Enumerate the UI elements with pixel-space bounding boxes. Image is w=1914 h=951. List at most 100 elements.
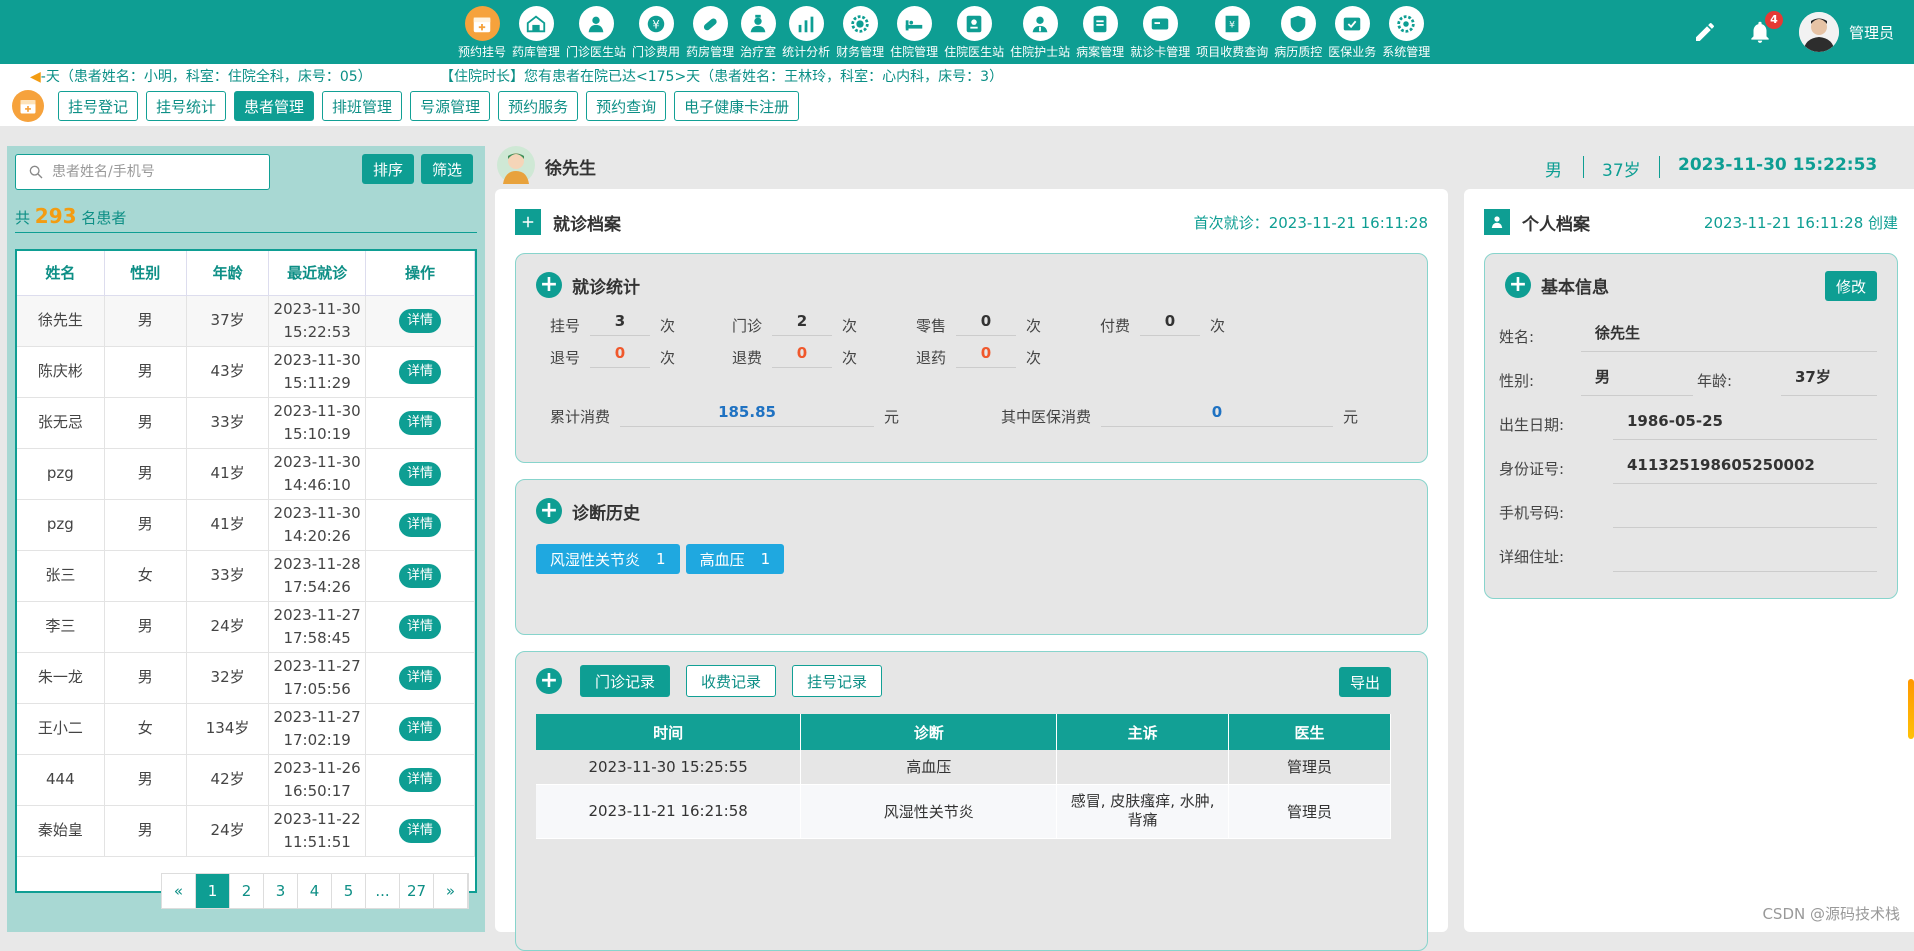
nav-item-8[interactable]: 住院管理 — [890, 0, 938, 64]
detail-button[interactable]: 详情 — [399, 309, 441, 333]
table-row[interactable]: 王小二女134岁2023-11-2717:02:19详情 — [17, 703, 475, 754]
nav-item-16[interactable]: 系统管理 — [1382, 0, 1430, 64]
subnav-tab-2[interactable]: 患者管理 — [234, 91, 314, 121]
subnav-tab-7[interactable]: 电子健康卡注册 — [674, 91, 799, 121]
notification-bell[interactable]: 4 — [1747, 19, 1773, 45]
detail-button[interactable]: 详情 — [399, 513, 441, 537]
last-visit-date: 2023-11-30 — [269, 349, 365, 372]
nav-item-15[interactable]: 医保业务 — [1328, 0, 1376, 64]
nav-item-9[interactable]: 住院医生站 — [944, 0, 1004, 64]
person-file-icon — [1484, 209, 1510, 235]
table-row[interactable]: 朱一龙男32岁2023-11-2717:05:56详情 — [17, 652, 475, 703]
detail-button[interactable]: 详情 — [399, 411, 441, 435]
nav-item-0[interactable]: 预约挂号 — [458, 0, 506, 64]
detail-button[interactable]: 详情 — [399, 462, 441, 486]
table-row[interactable]: pzg男41岁2023-11-3014:46:10详情 — [17, 448, 475, 499]
subnav-tab-4[interactable]: 号源管理 — [410, 91, 490, 121]
nav-item-5[interactable]: 治疗室 — [740, 0, 776, 64]
nav-item-6[interactable]: 统计分析 — [782, 0, 830, 64]
age-cell: 24岁 — [186, 805, 268, 856]
personal-record-panel: 个人档案 2023-11-21 16:11:28 创建 +基本信息 修改 姓名:… — [1464, 189, 1914, 932]
yen-icon: ¥ — [639, 6, 674, 41]
page-button[interactable]: 3 — [264, 874, 298, 908]
ticker-message-1[interactable]: ◀-天（患者姓名：小明，科室：住院全科，床号：05） — [30, 66, 372, 86]
diagnosis-tag[interactable]: 高血压1 — [686, 544, 785, 574]
home-module-icon[interactable] — [12, 90, 44, 122]
subnav-tab-6[interactable]: 预约查询 — [586, 91, 666, 121]
detail-button[interactable]: 详情 — [399, 819, 441, 843]
nav-item-10[interactable]: 住院护士站 — [1010, 0, 1070, 64]
nav-label: 住院医生站 — [944, 43, 1004, 60]
record-tab-0[interactable]: 门诊记录 — [580, 665, 670, 697]
watermark: CSDN @源码技术栈 — [1762, 903, 1900, 924]
subnav-tab-3[interactable]: 排班管理 — [322, 91, 402, 121]
last-visit-date: 2023-11-30 — [269, 502, 365, 525]
detail-button[interactable]: 详情 — [399, 615, 441, 639]
nav-item-11[interactable]: 病案管理 — [1076, 0, 1124, 64]
stat-value: 0 — [956, 344, 1016, 368]
table-row[interactable]: 张三女33岁2023-11-2817:54:26详情 — [17, 550, 475, 601]
column-header[interactable]: 性别 — [104, 251, 186, 295]
last-visit-cell: 2023-11-3015:10:19 — [269, 397, 366, 448]
count-prefix: 共 — [15, 209, 30, 227]
table-row[interactable]: 444男42岁2023-11-2616:50:17详情 — [17, 754, 475, 805]
page-button[interactable]: 4 — [298, 874, 332, 908]
page-button[interactable]: » — [434, 874, 468, 908]
sort-button[interactable]: 排序 — [362, 154, 414, 184]
subnav-tab-1[interactable]: 挂号统计 — [146, 91, 226, 121]
stat-item: 门诊2次 — [732, 312, 857, 336]
action-cell: 详情 — [366, 346, 475, 397]
page-button[interactable]: « — [162, 874, 196, 908]
warehouse-icon — [519, 6, 554, 41]
nav-item-3[interactable]: ¥门诊费用 — [632, 0, 680, 64]
edit-button[interactable]: 修改 — [1825, 271, 1877, 301]
page-button[interactable]: 27 — [400, 874, 434, 908]
nav-item-14[interactable]: 病历质控 — [1274, 0, 1322, 64]
record-tab-1[interactable]: 收费记录 — [686, 665, 776, 697]
ticker-message-2[interactable]: 【住院时长】您有患者在院已达<175>天（患者姓名：王林玲，科室：心内科，床号：… — [440, 66, 1003, 86]
receipt-icon: ¥ — [1215, 6, 1250, 41]
table-row[interactable]: pzg男41岁2023-11-3014:20:26详情 — [17, 499, 475, 550]
detail-button[interactable]: 详情 — [399, 564, 441, 588]
page-button[interactable]: 1 — [196, 874, 230, 908]
patient-age: 37岁 — [1602, 156, 1641, 181]
column-header[interactable]: 姓名 — [17, 251, 104, 295]
username[interactable]: 管理员 — [1849, 22, 1894, 43]
detail-button[interactable]: 详情 — [399, 360, 441, 384]
last-visit-date: 2023-11-30 — [269, 451, 365, 474]
nav-item-2[interactable]: 门诊医生站 — [566, 0, 626, 64]
subnav-tab-0[interactable]: 挂号登记 — [58, 91, 138, 121]
insurance-label: 其中医保消费 — [1001, 406, 1091, 427]
detail-button[interactable]: 详情 — [399, 768, 441, 792]
export-button[interactable]: 导出 — [1339, 667, 1391, 697]
nav-item-1[interactable]: 药库管理 — [512, 0, 560, 64]
table-row[interactable]: 张无忌男33岁2023-11-3015:10:19详情 — [17, 397, 475, 448]
detail-button[interactable]: 详情 — [399, 717, 441, 741]
table-row[interactable]: 陈庆彬男43岁2023-11-3015:11:29详情 — [17, 346, 475, 397]
last-visit-cell: 2023-11-2211:51:51 — [269, 805, 366, 856]
record-row[interactable]: 2023-11-30 15:25:55高血压管理员 — [536, 750, 1391, 784]
nav-item-13[interactable]: ¥项目收费查询 — [1196, 0, 1268, 64]
filter-button[interactable]: 筛选 — [421, 154, 473, 184]
column-header[interactable]: 操作 — [366, 251, 475, 295]
nav-item-4[interactable]: 药房管理 — [686, 0, 734, 64]
table-row[interactable]: 秦始皇男24岁2023-11-2211:51:51详情 — [17, 805, 475, 856]
table-row[interactable]: 徐先生男37岁2023-11-3015:22:53详情 — [17, 295, 475, 346]
page-button[interactable]: 2 — [230, 874, 264, 908]
column-header[interactable]: 最近就诊 — [269, 251, 366, 295]
page-button[interactable]: 5 — [332, 874, 366, 908]
user-avatar[interactable] — [1799, 12, 1839, 52]
subnav-tab-5[interactable]: 预约服务 — [498, 91, 578, 121]
diagnosis-tag[interactable]: 风湿性关节炎1 — [536, 544, 680, 574]
nav-item-7[interactable]: 财务管理 — [836, 0, 884, 64]
scrollbar[interactable] — [1908, 679, 1914, 739]
detail-button[interactable]: 详情 — [399, 666, 441, 690]
column-header[interactable]: 年龄 — [186, 251, 268, 295]
search-input[interactable] — [52, 164, 252, 180]
nav-item-12[interactable]: 就诊卡管理 — [1130, 0, 1190, 64]
page-button[interactable]: ... — [366, 874, 400, 908]
record-row[interactable]: 2023-11-21 16:21:58风湿性关节炎感冒, 皮肤瘙痒, 水肿, 背… — [536, 784, 1391, 838]
table-row[interactable]: 李三男24岁2023-11-2717:58:45详情 — [17, 601, 475, 652]
record-tab-2[interactable]: 挂号记录 — [792, 665, 882, 697]
pencil-icon[interactable] — [1693, 20, 1717, 44]
